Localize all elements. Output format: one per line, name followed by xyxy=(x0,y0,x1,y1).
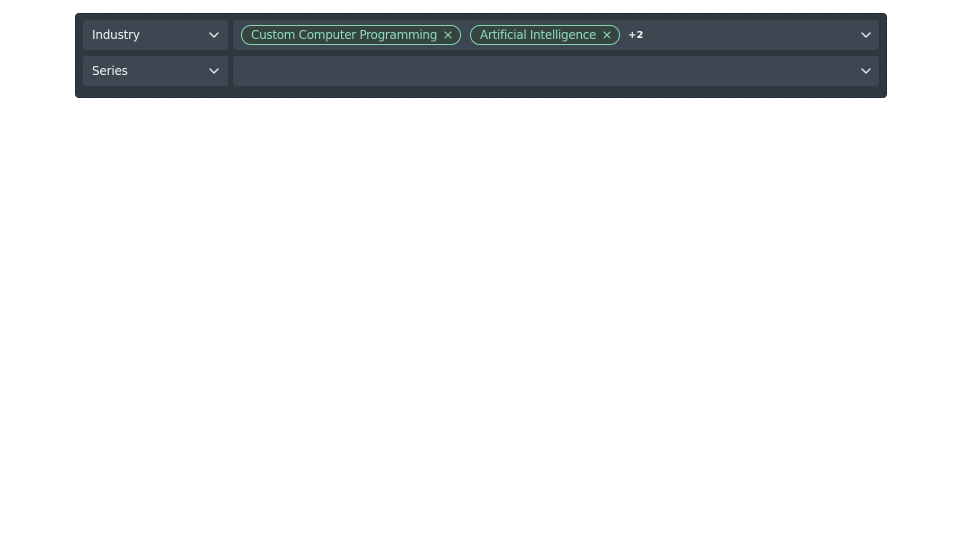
close-icon[interactable] xyxy=(443,30,453,40)
selected-tags: Custom Computer Programming Artificial I… xyxy=(241,25,853,45)
value-select-series[interactable] xyxy=(233,56,879,86)
tag-custom-computer-programming: Custom Computer Programming xyxy=(241,25,462,45)
tag-label: Artificial Intelligence xyxy=(480,28,597,42)
field-select-series[interactable]: Series xyxy=(83,56,228,86)
field-label: Industry xyxy=(92,28,140,42)
chevron-down-icon[interactable] xyxy=(859,65,873,77)
field-label: Series xyxy=(92,64,128,78)
filter-row-industry: Industry Custom Computer Programming Art… xyxy=(83,20,879,50)
chevron-down-icon xyxy=(208,29,220,41)
close-icon[interactable] xyxy=(602,30,612,40)
chevron-down-icon xyxy=(208,65,220,77)
tag-artificial-intelligence: Artificial Intelligence xyxy=(470,25,621,45)
filter-row-series: Series xyxy=(83,56,879,86)
filter-panel: Industry Custom Computer Programming Art… xyxy=(75,13,887,98)
field-select-industry[interactable]: Industry xyxy=(83,20,228,50)
chevron-down-icon[interactable] xyxy=(859,29,873,41)
tag-label: Custom Computer Programming xyxy=(251,28,438,42)
value-select-industry[interactable]: Custom Computer Programming Artificial I… xyxy=(233,20,879,50)
more-tags-count[interactable]: +2 xyxy=(628,30,643,41)
